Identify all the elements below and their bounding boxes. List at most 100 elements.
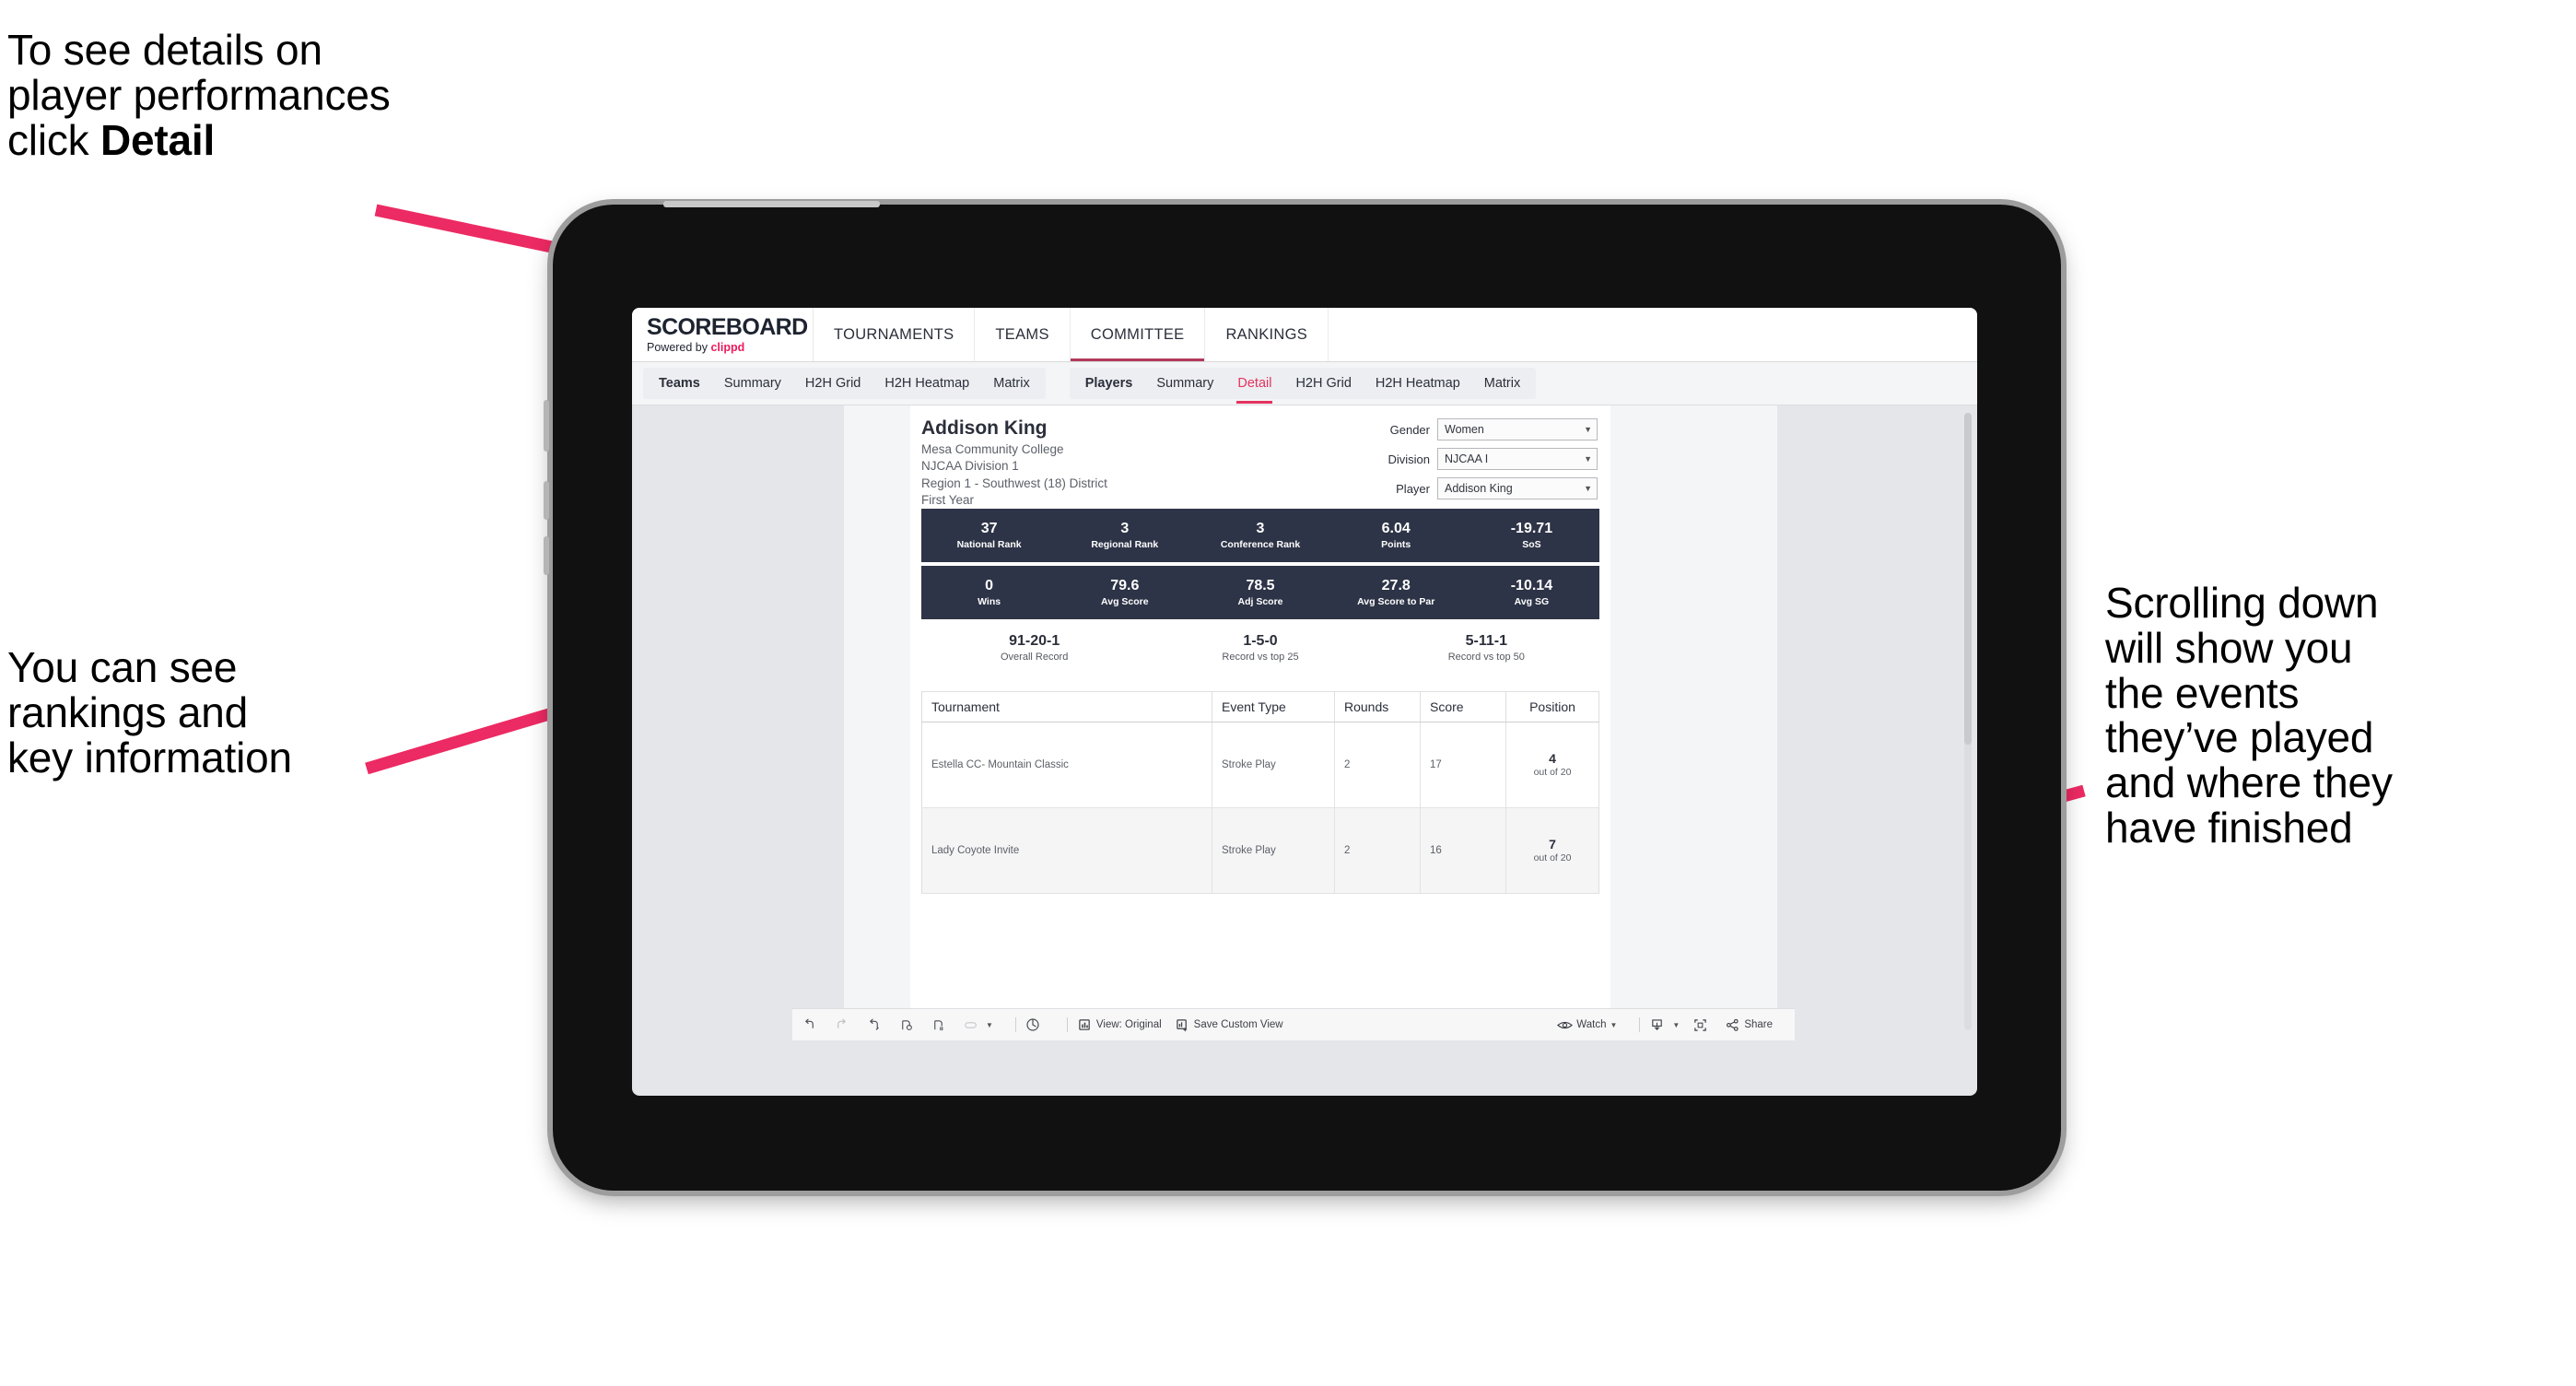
refresh-button[interactable] — [898, 1017, 918, 1033]
stat-label: Avg SG — [1514, 595, 1550, 607]
nav-teams[interactable]: TEAMS — [975, 308, 1071, 361]
table-row[interactable]: Estella CC- Mountain Classic Stroke Play… — [921, 722, 1599, 808]
stat-value: 27.8 — [1381, 578, 1411, 594]
tab-players-h2h-heatmap[interactable]: H2H Heatmap — [1364, 368, 1472, 399]
col-header-rounds[interactable]: Rounds — [1334, 691, 1421, 722]
table-header-row: Tournament Event Type Rounds Score Posit… — [921, 691, 1599, 722]
tab-players-summary[interactable]: Summary — [1144, 368, 1225, 399]
stat-conference-rank: 3 Conference Rank — [1192, 521, 1328, 549]
tablet-volume-down-button[interactable] — [544, 536, 549, 575]
redo-button[interactable] — [834, 1017, 853, 1033]
save-view-icon — [1175, 1017, 1190, 1033]
player-header: Addison King Mesa Community College NJCA… — [910, 405, 1610, 509]
tablet-power-button[interactable] — [544, 400, 549, 452]
chevron-down-icon: ▼ — [1584, 454, 1592, 464]
tab-players-h2h-grid[interactable]: H2H Grid — [1283, 368, 1363, 399]
record-label: Record vs top 50 — [1447, 652, 1525, 664]
fullscreen-icon — [1692, 1017, 1708, 1033]
highlight-icon — [963, 1017, 978, 1033]
undo-button[interactable] — [802, 1017, 821, 1033]
record-row: 91-20-1 Overall Record 1-5-0 Record vs t… — [921, 632, 1599, 676]
tab-teams-h2h-heatmap[interactable]: H2H Heatmap — [872, 368, 981, 399]
save-custom-view-button[interactable]: Save Custom View — [1175, 1017, 1283, 1033]
record-value: 5-11-1 — [1465, 633, 1507, 649]
globe-icon — [1025, 1017, 1041, 1033]
record-value: 91-20-1 — [1009, 633, 1060, 649]
tab-players-matrix[interactable]: Matrix — [1472, 368, 1532, 399]
view-original-button[interactable]: View: Original — [1077, 1017, 1162, 1033]
highlight-button[interactable]: ▼ — [963, 1017, 993, 1033]
filter-panel: Gender Women ▼ Division NJCAA I ▼ Player… — [1376, 418, 1598, 507]
position-number: 4 — [1549, 750, 1556, 766]
watch-button[interactable]: Watch ▼ — [1557, 1017, 1617, 1033]
tab-teams-summary[interactable]: Summary — [712, 368, 793, 399]
stat-value: -19.71 — [1510, 521, 1553, 537]
nav-rankings[interactable]: RANKINGS — [1205, 308, 1329, 361]
rank-stat-bar: 37 National Rank 3 Regional Rank 3 Confe… — [921, 509, 1599, 562]
clippd-brand: clippd — [710, 340, 745, 354]
cell-event-type: Stroke Play — [1212, 722, 1335, 808]
players-tab-group: Players Summary Detail H2H Grid H2H Heat… — [1069, 368, 1537, 404]
revert-button[interactable] — [866, 1017, 885, 1033]
pause-data-button[interactable] — [931, 1017, 950, 1033]
callout-detail-instruction: To see details on player performances cl… — [7, 28, 597, 162]
division-select[interactable]: NJCAA I ▼ — [1437, 448, 1598, 470]
chevron-down-icon: ▼ — [1584, 484, 1592, 493]
position-out-of: out of 20 — [1533, 852, 1572, 864]
stat-label: National Rank — [956, 538, 1022, 550]
col-header-tournament[interactable]: Tournament — [921, 691, 1212, 722]
download-button[interactable]: ▼ — [1649, 1017, 1680, 1033]
tab-group-players: Players — [1084, 376, 1133, 391]
col-header-position[interactable]: Position — [1505, 691, 1599, 722]
chevron-down-icon: ▼ — [1610, 1020, 1618, 1029]
player-select[interactable]: Addison King ▼ — [1437, 477, 1598, 499]
gender-select[interactable]: Women ▼ — [1437, 418, 1598, 440]
record-vs-top-25: 1-5-0 Record vs top 25 — [1147, 632, 1373, 676]
record-overall: 91-20-1 Overall Record — [921, 632, 1147, 676]
stat-avg-sg: -10.14 Avg SG — [1464, 578, 1599, 606]
cell-position: 4 out of 20 — [1505, 722, 1599, 808]
share-button[interactable]: Share — [1725, 1017, 1773, 1033]
devices-button[interactable] — [1025, 1017, 1045, 1033]
position-number: 7 — [1549, 836, 1556, 852]
toolbar-divider — [1639, 1017, 1641, 1032]
secondary-tab-strip: Teams Summary H2H Grid H2H Heatmap Matri… — [632, 362, 1977, 405]
cell-event-type: Stroke Play — [1212, 807, 1335, 894]
stat-wins: 0 Wins — [921, 578, 1057, 606]
fullscreen-button[interactable] — [1692, 1017, 1712, 1033]
chevron-down-icon: ▼ — [1672, 1020, 1680, 1029]
redo-icon — [834, 1017, 849, 1033]
tab-teams-matrix[interactable]: Matrix — [981, 368, 1041, 399]
stat-label: Conference Rank — [1220, 538, 1301, 550]
tablet-device: SCOREBOARD Powered by clippd TOURNAMENTS… — [544, 201, 2061, 1191]
refresh-icon — [898, 1017, 914, 1033]
toolbar-divider — [1014, 1017, 1016, 1032]
record-vs-top-50: 5-11-1 Record vs top 50 — [1374, 632, 1599, 676]
col-header-event-type[interactable]: Event Type — [1212, 691, 1335, 722]
col-header-score[interactable]: Score — [1420, 691, 1506, 722]
stat-value: 79.6 — [1110, 578, 1140, 594]
powered-by-text: Powered by — [647, 340, 711, 354]
eye-icon — [1557, 1017, 1574, 1033]
nav-committee[interactable]: COMMITTEE — [1071, 308, 1206, 361]
table-row[interactable]: Lady Coyote Invite Stroke Play 2 16 7 ou… — [921, 807, 1599, 894]
tablet-volume-up-button[interactable] — [544, 481, 549, 520]
canvas-scrollbar-thumb[interactable] — [1964, 413, 1972, 745]
chevron-down-icon: ▼ — [1584, 425, 1592, 434]
download-icon — [1649, 1017, 1665, 1033]
gender-select-value: Women — [1445, 423, 1484, 436]
stat-label: Wins — [978, 595, 1001, 607]
brand-logo[interactable]: SCOREBOARD Powered by clippd — [632, 308, 814, 361]
tablet-speaker-grille — [663, 201, 880, 207]
stat-label: Avg Score — [1101, 595, 1149, 607]
filter-label-division: Division — [1388, 452, 1430, 466]
cell-score: 17 — [1420, 722, 1506, 808]
tab-players-detail[interactable]: Detail — [1225, 368, 1283, 404]
stat-label: Points — [1381, 538, 1411, 550]
stat-national-rank: 37 National Rank — [921, 521, 1057, 549]
tab-teams-h2h-grid[interactable]: H2H Grid — [793, 368, 872, 399]
nav-tournaments[interactable]: TOURNAMENTS — [814, 308, 976, 361]
stat-value: 3 — [1256, 521, 1265, 537]
dashboard-canvas: Addison King Mesa Community College NJCA… — [632, 405, 1977, 1040]
player-select-value: Addison King — [1445, 482, 1513, 495]
